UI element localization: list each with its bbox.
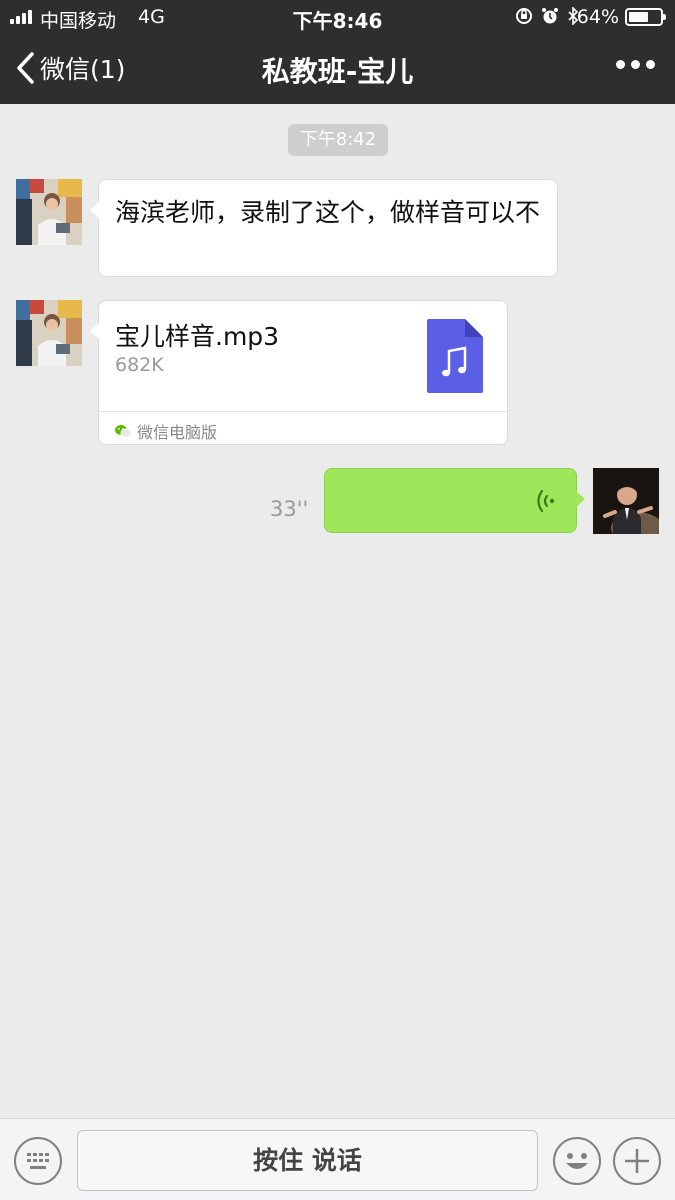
file-size: 682K [115, 354, 164, 376]
divider [99, 411, 507, 412]
alarm-icon [542, 8, 558, 24]
voice-message-bubble[interactable] [324, 468, 585, 533]
more-functions-button[interactable] [613, 1137, 661, 1185]
avatar-self[interactable] [593, 468, 659, 534]
file-source: 微信电脑版 [115, 419, 217, 443]
wechat-logo-icon [115, 425, 131, 438]
plus-icon [625, 1149, 649, 1173]
message-bubble-file[interactable]: 宝儿样音.mp3 682K 微信电脑版 [90, 300, 508, 445]
file-source-label: 微信电脑版 [137, 423, 218, 442]
navigation-bar: 微信(1) 私教班-宝儿 [0, 34, 675, 104]
chat-title: 私教班-宝儿 [261, 55, 414, 88]
dot-icon [616, 60, 625, 69]
input-bar: 按住 说话 [0, 1118, 675, 1200]
avatar-sender[interactable] [16, 300, 82, 366]
smiley-icon [566, 1153, 588, 1169]
file-name: 宝儿样音.mp3 [115, 322, 280, 351]
more-options-button[interactable] [616, 60, 655, 69]
status-bar: 中国移动 4G 下午8:46 64% [0, 0, 675, 34]
battery-level-fill [629, 12, 649, 22]
music-file-icon [427, 319, 483, 393]
keyboard-toggle-button[interactable] [14, 1137, 62, 1185]
chat-messages-area[interactable]: 下午8:42 海滨老师，录制了这个，做样音可以不 宝儿样音.mp3 682K 微… [0, 104, 675, 1118]
message-timestamp: 下午8:42 [288, 124, 388, 156]
voice-wave-icon [537, 489, 555, 513]
dot-icon [631, 60, 640, 69]
emoji-button[interactable] [553, 1137, 601, 1185]
dot-icon [646, 60, 655, 69]
avatar-sender[interactable] [16, 179, 82, 245]
message-bubble-text[interactable]: 海滨老师，录制了这个，做样音可以不 [90, 179, 558, 277]
voice-duration: 33'' [270, 497, 309, 521]
battery-icon [625, 8, 666, 26]
rotation-lock-icon [516, 8, 532, 24]
hold-to-talk-button[interactable]: 按住 说话 [77, 1130, 538, 1191]
battery-percentage: 64% [576, 6, 619, 28]
message-text: 海滨老师，录制了这个，做样音可以不 [115, 198, 541, 227]
keyboard-icon [27, 1153, 49, 1169]
